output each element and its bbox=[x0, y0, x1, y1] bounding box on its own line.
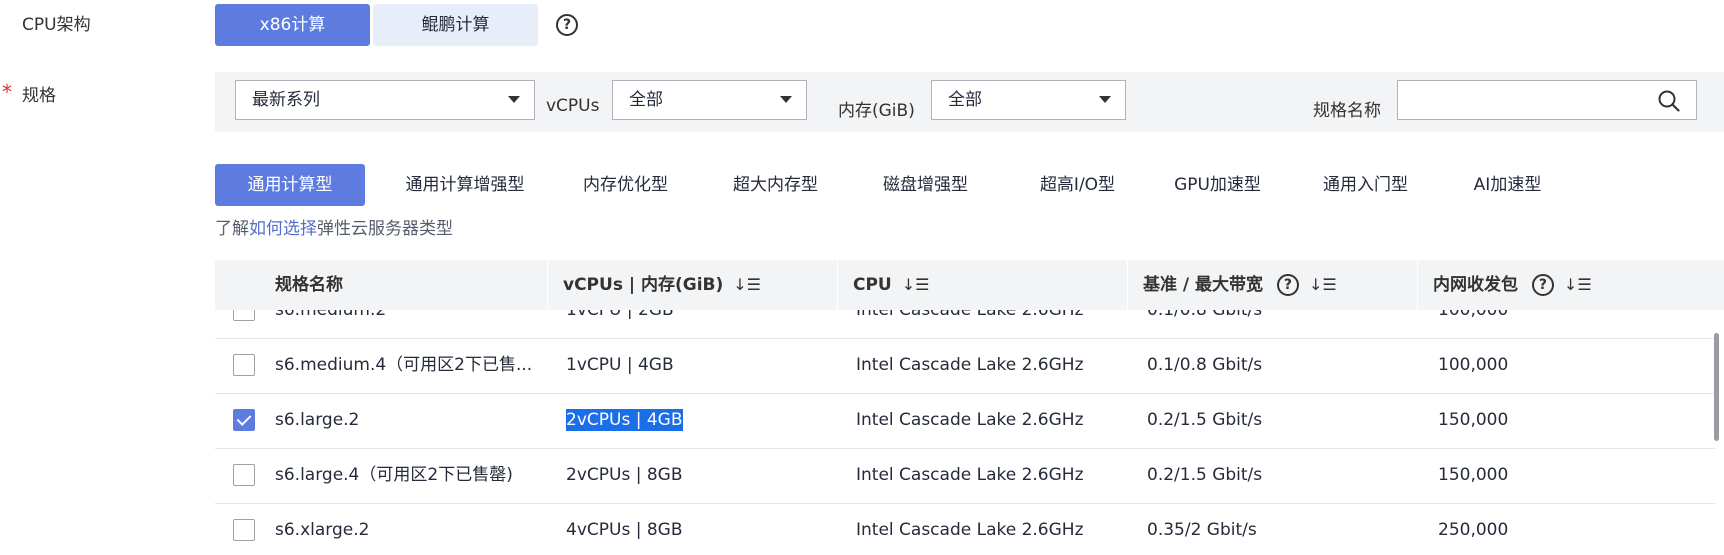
th-cpu[interactable]: CPU ↓☰ bbox=[853, 260, 930, 310]
sort-icon[interactable]: ↓☰ bbox=[1564, 260, 1592, 310]
cpu-arch-kunpeng-button[interactable]: 鲲鹏计算 bbox=[373, 4, 538, 46]
table-row-selected[interactable]: s6.large.2 2vCPUs | 4GB Intel Cascade La… bbox=[215, 393, 1715, 449]
table-row[interactable]: s6.large.4（可用区2下已售罄) 2vCPUs | 8GB Intel … bbox=[215, 448, 1715, 504]
tab-gpu-accelerated[interactable]: GPU加速型 bbox=[1165, 164, 1270, 206]
vcpus-filter-label: vCPUs bbox=[546, 96, 600, 116]
vcpus-select-value: 全部 bbox=[629, 90, 663, 110]
row-checkbox[interactable] bbox=[233, 354, 255, 376]
question-icon: ? bbox=[556, 14, 578, 36]
th-vcpu-memory[interactable]: vCPUs | 内存(GiB) ↓☰ bbox=[563, 260, 761, 310]
table-row[interactable]: s6.medium.4（可用区2下已售... 1vCPU | 4GB Intel… bbox=[215, 338, 1715, 394]
tab-memory-optimized[interactable]: 内存优化型 bbox=[568, 164, 683, 206]
spec-name-filter-label: 规格名称 bbox=[1313, 101, 1381, 121]
th-bandwidth[interactable]: 基准 / 最大带宽 ? ↓☰ bbox=[1143, 260, 1337, 310]
cpu-arch-x86-button[interactable]: x86计算 bbox=[215, 4, 370, 46]
learn-more-text: 了解如何选择弹性云服务器类型 bbox=[215, 214, 453, 239]
pps-help-icon[interactable]: ? bbox=[1531, 274, 1554, 296]
tab-ultra-high-io[interactable]: 超高I/O型 bbox=[1020, 164, 1135, 206]
spec-name-input[interactable] bbox=[1397, 80, 1697, 120]
tab-general-compute[interactable]: 通用计算型 bbox=[215, 164, 365, 206]
tab-general-entry[interactable]: 通用入门型 bbox=[1313, 164, 1418, 206]
table-body[interactable]: s6.medium.2 1vCPU | 2GB Intel Cascade La… bbox=[0, 310, 1724, 555]
tab-ai-accelerated[interactable]: AI加速型 bbox=[1465, 164, 1550, 206]
learn-more-prefix: 了解 bbox=[215, 219, 249, 239]
th-pps[interactable]: 内网收发包 ? ↓☰ bbox=[1433, 260, 1592, 310]
sort-icon[interactable]: ↓☰ bbox=[902, 260, 930, 310]
sort-icon[interactable]: ↓☰ bbox=[733, 260, 761, 310]
selected-text: 2vCPUs | 4GB bbox=[566, 409, 683, 431]
table-row[interactable]: s6.xlarge.2 4vCPUs | 8GB Intel Cascade L… bbox=[215, 503, 1715, 555]
row-checkbox[interactable] bbox=[233, 519, 255, 541]
chevron-down-icon bbox=[1099, 96, 1111, 103]
sort-icon[interactable]: ↓☰ bbox=[1309, 260, 1337, 310]
search-icon[interactable] bbox=[1658, 90, 1680, 112]
th-spec-name: 规格名称 bbox=[275, 275, 343, 295]
cpu-arch-help-icon[interactable]: ? bbox=[556, 14, 578, 36]
required-mark: * bbox=[2, 80, 12, 104]
table-header: 规格名称 vCPUs | 内存(GiB) ↓☰ CPU ↓☰ 基准 / 最大带宽 ?… bbox=[215, 260, 1724, 310]
bandwidth-help-icon[interactable]: ? bbox=[1276, 274, 1299, 296]
tab-large-memory[interactable]: 超大内存型 bbox=[718, 164, 833, 206]
row-checkbox-checked[interactable] bbox=[233, 409, 255, 431]
table-scrollbar[interactable] bbox=[1714, 333, 1719, 441]
chevron-down-icon bbox=[780, 96, 792, 103]
how-to-choose-link[interactable]: 如何选择 bbox=[249, 219, 317, 239]
row-checkbox[interactable] bbox=[233, 464, 255, 486]
tab-disk-intensive[interactable]: 磁盘增强型 bbox=[868, 164, 983, 206]
memory-filter-label: 内存(GiB) bbox=[838, 101, 915, 121]
tab-general-compute-plus[interactable]: 通用计算增强型 bbox=[385, 164, 545, 206]
series-select[interactable]: 最新系列 bbox=[235, 80, 535, 120]
memory-select-value: 全部 bbox=[948, 90, 982, 110]
spec-label: 规格 bbox=[22, 86, 56, 106]
row-checkbox[interactable] bbox=[233, 310, 255, 321]
cpu-arch-label: CPU架构 bbox=[22, 15, 91, 35]
memory-select[interactable]: 全部 bbox=[931, 80, 1126, 120]
learn-more-suffix: 弹性云服务器类型 bbox=[317, 219, 453, 239]
table-row[interactable]: s6.medium.2 1vCPU | 2GB Intel Cascade La… bbox=[215, 310, 1715, 339]
chevron-down-icon bbox=[508, 96, 520, 103]
vcpus-select[interactable]: 全部 bbox=[612, 80, 807, 120]
series-select-value: 最新系列 bbox=[252, 90, 320, 110]
